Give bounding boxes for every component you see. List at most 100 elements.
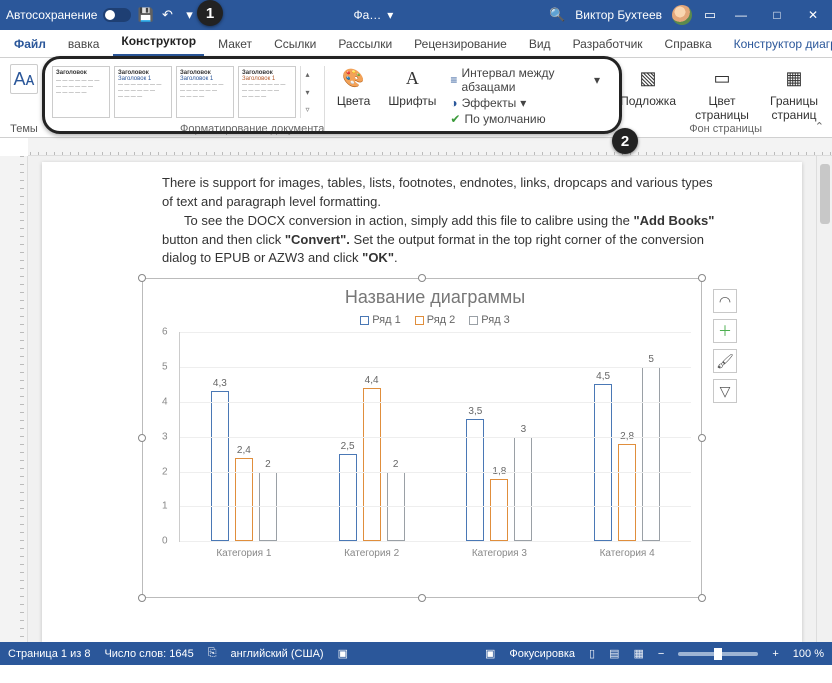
resize-handle[interactable]: [698, 594, 706, 602]
page[interactable]: There is support for images, tables, lis…: [42, 162, 802, 642]
bar-label: 2: [388, 459, 404, 470]
resize-handle[interactable]: [138, 594, 146, 602]
fonts-button[interactable]: A Шрифты: [382, 62, 442, 137]
zoom-out-icon[interactable]: −: [658, 648, 664, 660]
title-dropdown-icon[interactable]: ▾: [387, 8, 393, 22]
paragraph-spacing-button[interactable]: ≡ Интервал между абзацами ▾: [450, 66, 600, 94]
chart-bar[interactable]: 5: [642, 367, 660, 541]
style-card[interactable]: Заголовок Заголовок 1 — — — — — — —— — —…: [176, 66, 234, 118]
effects-button[interactable]: ◑ Эффекты ▾: [450, 96, 600, 110]
watermark-button[interactable]: ▧ Подложка: [614, 62, 682, 137]
zoom-in-icon[interactable]: +: [772, 648, 778, 660]
view-read-icon[interactable]: ▯: [589, 647, 595, 660]
tab-help[interactable]: Справка: [657, 32, 720, 57]
tab-layout[interactable]: Макет: [210, 32, 260, 57]
ribbon-display-icon[interactable]: ▭: [702, 7, 718, 23]
chart-filters-icon[interactable]: ▽: [713, 379, 737, 403]
bar-label: 4,3: [212, 378, 228, 389]
callout-2: 2: [612, 128, 638, 154]
tab-file[interactable]: Файл: [6, 32, 54, 57]
undo-icon[interactable]: ↶: [159, 7, 175, 23]
style-card[interactable]: Заголовок — — — — — — —— — — — — —— — — …: [52, 66, 110, 118]
collapse-ribbon-icon[interactable]: ⌃: [815, 120, 824, 133]
chart-bar[interactable]: 4,3: [211, 391, 229, 541]
bar-label: 4,4: [364, 375, 380, 386]
tab-review[interactable]: Рецензирование: [406, 32, 515, 57]
autosave-toggle[interactable]: [103, 8, 131, 22]
tab-references[interactable]: Ссылки: [266, 32, 324, 57]
macro-record-icon[interactable]: ▣: [338, 647, 348, 660]
zoom-slider[interactable]: [678, 652, 758, 656]
chart-bar[interactable]: 1,8: [490, 479, 508, 542]
tab-partial-vstavka[interactable]: вавка: [60, 32, 107, 57]
status-focus[interactable]: Фокусировка: [509, 648, 575, 660]
close-button[interactable]: ✕: [800, 8, 826, 22]
tab-developer[interactable]: Разработчик: [565, 32, 651, 57]
status-page[interactable]: Страница 1 из 8: [8, 648, 90, 660]
gridline: [180, 437, 691, 438]
colors-button[interactable]: 🎨 Цвета: [331, 62, 376, 137]
chart-bar[interactable]: 4,4: [363, 388, 381, 541]
scrollbar-thumb[interactable]: [820, 164, 830, 224]
chart-bar[interactable]: 4,5: [594, 384, 612, 541]
chart-styles-icon[interactable]: 🖌: [713, 349, 737, 373]
gallery-more[interactable]: ▴ ▾ ▿: [300, 66, 314, 118]
customize-qat-icon[interactable]: ▾: [181, 7, 197, 23]
chart-object[interactable]: ◠ ＋ 🖌 ▽ Название диаграммы Ряд 1Ряд 2Ряд…: [142, 278, 702, 598]
zoom-level[interactable]: 100 %: [793, 648, 824, 660]
tab-mailings[interactable]: Рассылки: [330, 32, 400, 57]
status-word-count[interactable]: Число слов: 1645: [104, 648, 193, 660]
paragraph[interactable]: To see the DOCX conversion in action, si…: [162, 212, 722, 269]
chart-elements-icon[interactable]: ＋: [713, 319, 737, 343]
autosave-label: Автосохранение: [6, 8, 97, 22]
style-gallery[interactable]: Заголовок — — — — — — —— — — — — —— — — …: [52, 64, 314, 120]
chart-title[interactable]: Название диаграммы: [179, 287, 691, 308]
status-language[interactable]: английский (США): [231, 648, 324, 660]
view-web-icon[interactable]: ▦: [634, 647, 644, 660]
style-card[interactable]: Заголовок Заголовок 1 — — — — — — —— — —…: [114, 66, 172, 118]
user-name[interactable]: Виктор Бухтеев: [575, 8, 662, 22]
tab-view[interactable]: Вид: [521, 32, 559, 57]
tab-chart-design[interactable]: Конструктор диаграмм: [726, 32, 832, 57]
resize-handle[interactable]: [138, 274, 146, 282]
search-icon[interactable]: 🔍: [549, 7, 565, 23]
paragraph[interactable]: There is support for images, tables, lis…: [162, 174, 722, 212]
chart-legend[interactable]: Ряд 1 Ряд 2 Ряд 3: [179, 314, 691, 326]
maximize-button[interactable]: □: [764, 8, 790, 22]
gridline: [180, 332, 691, 333]
avatar[interactable]: [672, 5, 692, 25]
tab-design[interactable]: Конструктор: [113, 29, 204, 57]
chart-layout-icon[interactable]: ◠: [713, 289, 737, 313]
y-tick-label: 3: [162, 431, 168, 442]
statusbar: Страница 1 из 8 Число слов: 1645 ⎘ англи…: [0, 642, 832, 665]
ruler-vertical[interactable]: [0, 156, 28, 642]
resize-handle[interactable]: [418, 274, 426, 282]
legend-item[interactable]: Ряд 2: [415, 314, 456, 326]
set-default-button[interactable]: ✔ По умолчанию: [450, 112, 600, 126]
chart-bar[interactable]: 2,5: [339, 454, 357, 541]
resize-handle[interactable]: [698, 434, 706, 442]
bar-label: 5: [643, 354, 659, 365]
themes-icon[interactable]: Aᴀ: [10, 64, 38, 94]
section-label-page-background: Фон страницы: [689, 123, 762, 135]
legend-item[interactable]: Ряд 1: [360, 314, 401, 326]
chart-plot-area[interactable]: 4,32,42Категория 12,54,42Категория 23,51…: [179, 332, 691, 542]
chart-bar[interactable]: 3: [514, 437, 532, 542]
legend-swatch: [469, 316, 478, 325]
view-print-icon[interactable]: ▤: [609, 647, 619, 660]
chart-bar[interactable]: 2,4: [235, 458, 253, 542]
resize-handle[interactable]: [418, 594, 426, 602]
legend-item[interactable]: Ряд 3: [469, 314, 510, 326]
style-card[interactable]: Заголовок Заголовок 1 — — — — — — —— — —…: [238, 66, 296, 118]
save-icon[interactable]: 💾: [137, 7, 153, 23]
resize-handle[interactable]: [698, 274, 706, 282]
scrollbar-vertical[interactable]: [816, 156, 832, 642]
bar-label: 3,5: [467, 406, 483, 417]
minimize-button[interactable]: —: [728, 8, 754, 22]
ruler-horizontal[interactable]: [28, 138, 832, 156]
resize-handle[interactable]: [138, 434, 146, 442]
chart-bar[interactable]: 2,8: [618, 444, 636, 542]
spellcheck-icon[interactable]: ⎘: [208, 647, 217, 660]
category-label: Категория 3: [436, 548, 564, 559]
focus-mode-icon[interactable]: ▣: [485, 647, 495, 660]
